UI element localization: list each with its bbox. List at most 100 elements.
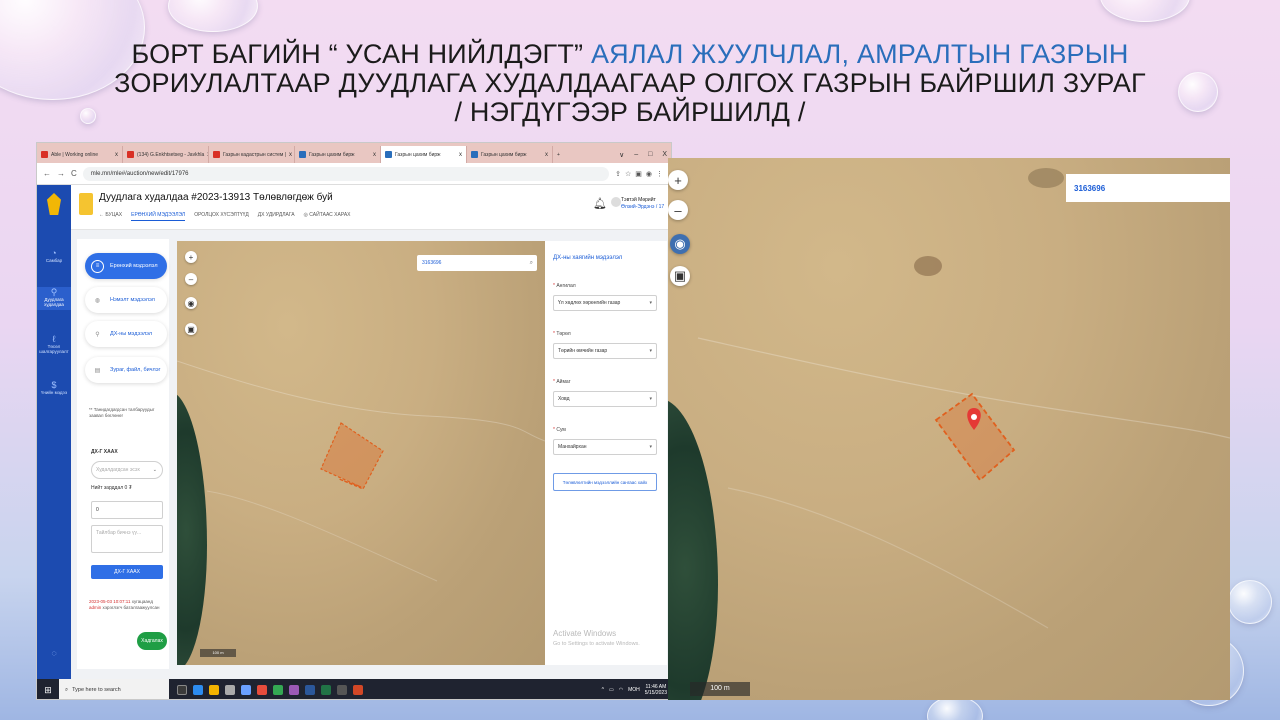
browser-tab-active[interactable]: Газрын цахим бирж x — [381, 146, 467, 163]
sidebar-item-price[interactable]: $ Үнийн мэдээ — [37, 381, 71, 396]
tray-chevron-icon[interactable]: ^ — [602, 687, 604, 693]
step-label: Зураг, файл, бичлэг — [110, 367, 161, 373]
power-glyph: ◌ — [51, 648, 57, 658]
map-view[interactable]: + – ◉ ▣ 3163696 ⌕ 100 m — [177, 241, 545, 665]
reload-icon[interactable]: C — [71, 169, 77, 178]
tab-label: Газрын цахим бирж — [481, 151, 527, 158]
taskbar-apps — [169, 685, 363, 695]
system-tray: ^ ▭ ◠ МОН 11:46 AM 5/15/2023 — [602, 684, 671, 696]
map-zoomed-view[interactable]: + – ◉ ▣ 3163696 100 m — [668, 158, 1230, 700]
activate-title: Activate Windows — [553, 629, 617, 638]
forward-icon[interactable]: → — [57, 169, 65, 178]
battery-icon[interactable]: ▭ — [609, 687, 614, 693]
land-parcel[interactable] — [320, 422, 384, 490]
category-select[interactable]: Үл хөдлөх хөрөнгийн газар ▾ — [553, 295, 657, 311]
type-select[interactable]: Төрийн өмчийн газар ▾ — [553, 343, 657, 359]
bubble-decoration — [1178, 72, 1218, 112]
back-icon[interactable]: ← — [43, 169, 51, 178]
map-parcel-layer — [697, 168, 1230, 629]
close-auction-button[interactable]: ДХ-Г ХААХ — [91, 565, 163, 579]
save-button[interactable]: Хадгалах — [137, 632, 167, 650]
audit-log: 2023-05-03 10:07:11 хугацаанд admin хэрэ… — [89, 599, 165, 611]
log-time: 2023-05-03 10:07:11 — [89, 599, 131, 604]
sidebar-item-dashboard[interactable]: ◔ Самбар — [37, 249, 71, 264]
tab-label: Газрын цахим бирж — [395, 151, 441, 158]
app-icon[interactable] — [225, 685, 235, 695]
tab-general-info[interactable]: ЕРӨНХИЙ МЭДЭЭЛЭЛ — [131, 212, 186, 221]
tab-view-site[interactable]: ◎ САЙТААС ХАРАХ — [304, 212, 351, 221]
close-icon[interactable]: x — [289, 152, 292, 158]
field-label: * Төрөл — [553, 331, 571, 337]
word-icon[interactable] — [305, 685, 315, 695]
close-icon[interactable]: x — [373, 152, 376, 158]
extension-icons[interactable]: ⇪☆▣◉⋮ — [615, 170, 667, 178]
network-icon[interactable]: ◠ — [619, 687, 623, 693]
step-label: Ерөнхий мэдээлэл — [110, 263, 158, 269]
window-controls: ∨ – □ X — [619, 151, 671, 163]
step-auction-info[interactable]: ⚲ ДХ-ны мэдээлэл — [85, 321, 167, 347]
app-icon[interactable] — [257, 685, 267, 695]
select-value: Ховд — [558, 396, 570, 402]
minimize-icon[interactable]: – — [634, 151, 638, 159]
browser-tab[interactable]: Газрын кадастрын систем | x — [209, 146, 295, 163]
tab-search-icon[interactable]: ∨ — [619, 151, 624, 159]
edge-icon[interactable] — [193, 685, 203, 695]
power-icon[interactable]: ◌ — [37, 648, 71, 658]
province-select[interactable]: Ховд ▾ — [553, 391, 657, 407]
close-icon[interactable]: x — [115, 152, 118, 158]
chrome-icon[interactable] — [273, 685, 283, 695]
map-scale: 100 m — [200, 649, 236, 657]
url-input[interactable]: mle.mn/mle#/auction/new/edit/17976 — [82, 166, 610, 181]
tab-management[interactable]: ДХ УДИРДЛАГА — [258, 212, 295, 221]
lang-indicator[interactable]: МОН — [628, 687, 640, 693]
land-parcel[interactable] — [934, 392, 1016, 482]
step-files[interactable]: ▤ Зураг, файл, бичлэг — [85, 357, 167, 383]
new-tab-button[interactable]: + — [553, 146, 571, 163]
page-title: Дуудлага худалдаа #2023-13913 Төлөвлөгдө… — [99, 192, 333, 203]
browser-tab[interactable]: Able | Working online x — [37, 146, 123, 163]
district-select[interactable]: Манхайрхан ▾ — [553, 439, 657, 455]
taskbar-clock[interactable]: 11:46 AM 5/15/2023 — [645, 684, 667, 696]
powerpoint-icon[interactable] — [353, 685, 363, 695]
browser-tab[interactable]: Газрын цахим бирж x — [467, 146, 553, 163]
description-textarea[interactable]: Тайлбар бичнэ үү... — [91, 525, 163, 553]
gavel-icon: ⚲ — [95, 331, 100, 338]
browser-tab-bar: Able | Working online x (134) G.Enkhtsets… — [37, 143, 671, 163]
sidebar-item-project[interactable]: ℓ Төсөл шалгаруулалт — [37, 335, 71, 355]
mail-icon[interactable] — [241, 685, 251, 695]
step-label: ДХ-ны мэдээлэл — [110, 331, 153, 337]
total-cost-input[interactable]: 0 — [91, 501, 163, 519]
user-name: Тэвтэй Мөрийт — [621, 197, 656, 203]
step-general-info[interactable]: ≡ Ерөнхий мэдээлэл — [85, 253, 167, 279]
avatar[interactable] — [611, 197, 621, 207]
search-planning-db-button[interactable]: Төлөвлөлтийн мэдээллийн сангаас хайх — [553, 473, 657, 491]
sold-select[interactable]: Худалдагдсан эсэх ⌄ — [91, 461, 163, 479]
windows-start-icon[interactable]: ⊞ — [37, 679, 59, 699]
app-icon[interactable] — [337, 685, 347, 695]
explorer-icon[interactable] — [209, 685, 219, 695]
label-text: Аймаг — [556, 379, 571, 385]
address-bar: ← → C mle.mn/mle#/auction/new/edit/17976… — [37, 163, 671, 185]
tab-label: Газрын кадастрын систем | — [223, 151, 286, 158]
bell-icon[interactable]: 🔔︎ — [593, 197, 607, 210]
sub-tabs: ← БУЦАХ ЕРӨНХИЙ МЭДЭЭЛЭЛ ОРОЛЦОХ ХҮСЭЛТҮ… — [99, 212, 351, 221]
favicon-icon — [385, 151, 392, 158]
sidebar-item-auction[interactable]: ⚲ Дуудлага худалдаа — [37, 287, 71, 310]
app-icon[interactable] — [289, 685, 299, 695]
user-info[interactable]: Тэвтэй Мөрийт Өлзий-Эрдэнэ / 17 — [621, 197, 667, 211]
favicon-icon — [213, 151, 220, 158]
app-sidebar: ◔ Самбар ⚲ Дуудлага худалдаа ℓ Төсөл шалгар… — [37, 185, 71, 679]
close-window-icon[interactable]: X — [662, 151, 667, 159]
taskbar-search[interactable]: ⌕ Type here to search — [59, 679, 169, 699]
maximize-icon[interactable]: □ — [648, 151, 652, 159]
tab-back[interactable]: ← БУЦАХ — [99, 212, 122, 221]
excel-icon[interactable] — [321, 685, 331, 695]
task-view-icon[interactable] — [177, 685, 187, 695]
close-icon[interactable]: x — [545, 152, 548, 158]
browser-tab[interactable]: (134) G.Enkhtsetseg - Javkhlax — [123, 146, 209, 163]
close-icon[interactable]: x — [459, 152, 462, 158]
step-additional-info[interactable]: ◍ Нэмэлт мэдээлэл — [85, 287, 167, 313]
tab-requests[interactable]: ОРОЛЦОХ ХҮСЭЛТҮҮД — [194, 212, 249, 221]
browser-tab[interactable]: Газрын цахим бирж x — [295, 146, 381, 163]
bubble-decoration — [80, 108, 96, 124]
